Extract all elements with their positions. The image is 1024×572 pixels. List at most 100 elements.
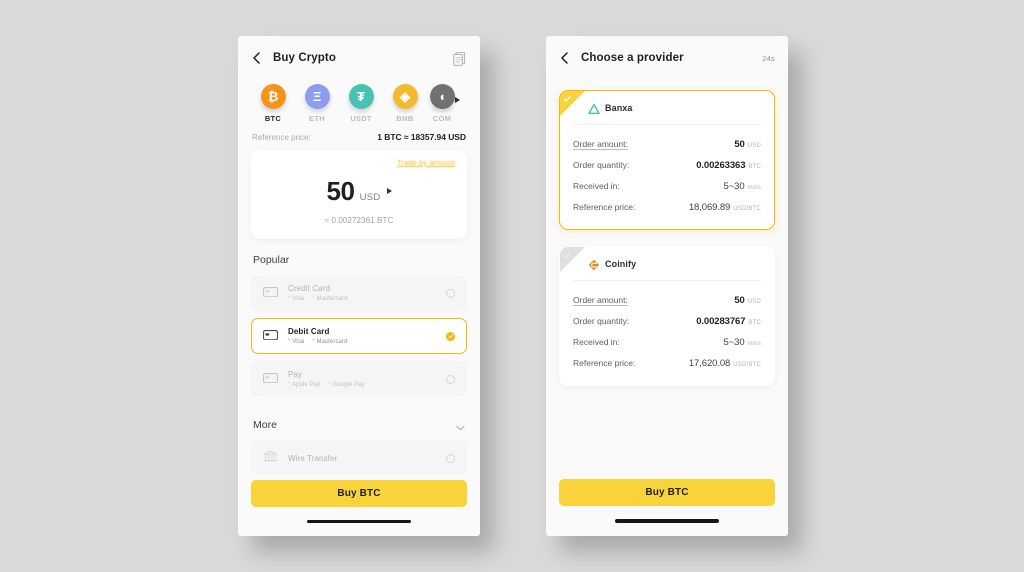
left-body: ₿ BTC Ξ ETH ₮ USDT ◈ BNB ◖ COM Reference… xyxy=(238,80,480,474)
detail-row-order-quantity: Order quantity: 0.00263363 BTC xyxy=(573,155,761,176)
popular-method-list: Credit Card ° Visa ° Mastercard Debit Ca… xyxy=(251,275,467,397)
btc-icon: ₿ xyxy=(260,84,286,109)
banxa-triangle-icon xyxy=(588,102,600,115)
coin-selector[interactable]: ₿ BTC Ξ ETH ₮ USDT ◈ BNB ◖ COM xyxy=(251,80,467,125)
row-value: 50 USD xyxy=(734,139,761,150)
row-number: 5~30 xyxy=(723,181,745,192)
row-label: Reference price: xyxy=(573,202,636,212)
bnb-icon: ◈ xyxy=(392,84,418,109)
method-text: Wire Transfer xyxy=(288,454,436,463)
coin-usdt[interactable]: ₮ USDT xyxy=(339,84,383,123)
detail-row-order-amount: Order amount: 50 USD xyxy=(573,134,761,155)
row-label: Received in: xyxy=(573,181,620,191)
method-tags: ° Visa ° Mastercard xyxy=(288,339,436,345)
row-label[interactable]: Order amount: xyxy=(573,139,628,149)
page-title: Buy Crypto xyxy=(273,52,336,64)
method-name: Credit Card xyxy=(288,284,331,293)
chevron-down-icon[interactable] xyxy=(456,422,465,430)
row-number: 0.00263363 xyxy=(696,160,746,171)
buy-button[interactable]: Buy BTC xyxy=(251,479,467,507)
method-text: Debit Card ° Visa ° Mastercard xyxy=(288,327,436,345)
phone-buy-crypto: Buy Crypto ₿ BTC Ξ ETH ₮ USDT ◈ BNB ◖ CO… xyxy=(238,36,480,536)
method-name: Pay xyxy=(288,370,303,379)
chevron-left-icon[interactable] xyxy=(251,52,263,64)
row-value: 50 USD xyxy=(734,295,761,306)
buy-button[interactable]: Buy BTC xyxy=(559,479,775,506)
coinify-diamond-icon xyxy=(588,258,600,271)
row-unit: mins xyxy=(747,185,761,191)
caret-right-icon[interactable] xyxy=(455,96,460,103)
row-number: 0.00283767 xyxy=(696,316,746,327)
row-unit: USD/BTC xyxy=(733,362,761,368)
method-tag: ° Visa xyxy=(288,339,305,345)
row-value: 0.00263363 BTC xyxy=(696,160,761,171)
credit-card-icon xyxy=(263,284,278,302)
detail-row-reference-price: Reference price: 17,620.08 USD/BTC xyxy=(573,353,761,374)
right-footer: Buy BTC xyxy=(546,473,788,506)
payment-method-wire-transfer[interactable]: Wire Transfer xyxy=(251,440,467,474)
payment-method-pay[interactable]: Pay ° Apple Pay ° Google Pay xyxy=(251,361,467,397)
row-label: Order quantity: xyxy=(573,160,630,170)
provider-card-banxa[interactable]: Banxa Order amount: 50 USD Order quantit… xyxy=(559,90,775,230)
detail-row-reference-price: Reference price: 18,069.89 USD/BTC xyxy=(573,197,761,218)
provider-name: Banxa xyxy=(605,103,633,113)
provider-card-coinify[interactable]: Coinify Order amount: 50 USD Order quant… xyxy=(559,246,775,386)
page-title: Choose a provider xyxy=(581,52,684,64)
row-unit: USD xyxy=(747,143,761,149)
method-tags: ° Visa ° Mastercard xyxy=(288,296,436,302)
detail-row-received-in: Received in: 5~30 mins xyxy=(573,176,761,197)
payment-method-debit-card[interactable]: Debit Card ° Visa ° Mastercard xyxy=(251,318,467,354)
row-number: 18,069.89 xyxy=(688,202,731,213)
coin-bnb[interactable]: ◈ BNB xyxy=(383,84,427,123)
radio-selected[interactable] xyxy=(446,331,455,341)
row-unit: BTC xyxy=(748,164,761,170)
row-unit: mins xyxy=(747,341,761,347)
check-icon xyxy=(563,96,571,102)
provider-detail-rows: Order amount: 50 USD Order quantity: 0.0… xyxy=(560,125,774,229)
payment-method-credit-card[interactable]: Credit Card ° Visa ° Mastercard xyxy=(251,275,467,311)
row-label: Reference price: xyxy=(573,358,636,368)
method-text: Credit Card ° Visa ° Mastercard xyxy=(288,284,436,302)
trade-by-amount-link[interactable]: Trade by amount xyxy=(263,158,455,167)
radio-unselected[interactable] xyxy=(446,288,455,298)
caret-right-icon[interactable] xyxy=(386,188,392,194)
home-indicator-area xyxy=(546,506,788,536)
more-section-header[interactable]: More xyxy=(251,404,467,440)
row-label: Received in: xyxy=(573,337,620,347)
home-indicator xyxy=(615,519,719,523)
coin-btc[interactable]: ₿ BTC xyxy=(251,84,295,123)
chevron-left-icon[interactable] xyxy=(559,52,571,64)
row-value: 5~30 mins xyxy=(724,181,761,192)
row-unit: USD xyxy=(747,299,761,305)
phone-choose-provider: Choose a provider 24s Banxa Order amount… xyxy=(546,36,788,536)
popular-section-header: Popular xyxy=(251,239,467,275)
eth-icon: Ξ xyxy=(304,84,330,109)
amount-input[interactable]: 50 xyxy=(326,178,355,204)
order-history-icon[interactable] xyxy=(452,51,467,66)
detail-row-order-amount: Order amount: 50 USD xyxy=(573,290,761,311)
bank-icon xyxy=(263,449,278,467)
row-number: 17,620.08 xyxy=(688,358,731,369)
popular-title: Popular xyxy=(253,254,290,266)
radio-unselected[interactable] xyxy=(446,453,455,463)
method-tag: ° Visa xyxy=(288,296,305,302)
coin-com[interactable]: ◖ COM xyxy=(427,84,457,123)
row-value: 5~30 mins xyxy=(724,337,761,348)
detail-row-order-quantity: Order quantity: 0.00283767 BTC xyxy=(573,311,761,332)
method-text: Pay ° Apple Pay ° Google Pay xyxy=(288,370,436,388)
amount-input-row[interactable]: 50 USD xyxy=(263,178,455,204)
right-body: Banxa Order amount: 50 USD Order quantit… xyxy=(546,80,788,473)
detail-row-received-in: Received in: 5~30 mins xyxy=(573,332,761,353)
row-value: 18,069.89 USD/BTC xyxy=(689,202,761,213)
method-tag: ° Google Pay xyxy=(328,382,365,388)
row-value: 0.00283767 BTC xyxy=(696,316,761,327)
method-tag: ° Mastercard xyxy=(312,296,348,302)
row-label[interactable]: Order amount: xyxy=(573,295,628,305)
row-number: 5~30 xyxy=(723,337,745,348)
row-value: 17,620.08 USD/BTC xyxy=(689,358,761,369)
coin-label: ETH xyxy=(309,114,325,123)
radio-unselected[interactable] xyxy=(446,374,455,384)
method-tags: ° Apple Pay ° Google Pay xyxy=(288,382,436,388)
coin-eth[interactable]: Ξ ETH xyxy=(295,84,339,123)
row-unit: USD/BTC xyxy=(733,206,761,212)
